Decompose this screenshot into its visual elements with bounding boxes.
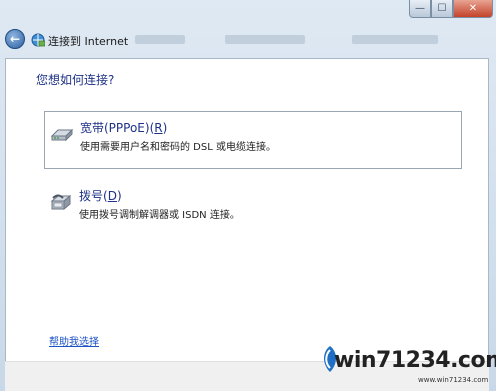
blurred-tab xyxy=(135,35,185,44)
site-watermark: win71234.com www.win71234.com xyxy=(318,340,496,391)
close-icon: ✕ xyxy=(468,3,478,14)
blurred-tab xyxy=(352,35,438,44)
minimize-button[interactable]: — xyxy=(409,0,431,18)
option-broadband-pppoe[interactable]: 宽带(PPPoE)(R) 使用需要用户名和密码的 DSL 或电缆连接。 xyxy=(44,111,462,169)
back-button[interactable]: ← xyxy=(5,29,25,49)
option-dialup[interactable]: 拨号(D) 使用拨号调制解调器或 ISDN 连接。 xyxy=(44,180,462,238)
nav-title: 连接到 Internet xyxy=(48,35,129,48)
minimize-icon: — xyxy=(415,3,425,14)
back-arrow-icon: ← xyxy=(9,32,21,46)
maximize-button[interactable]: ☐ xyxy=(431,0,453,18)
watermark-subtext: www.win71234.com xyxy=(418,376,489,384)
nav-bar: ← 连接到 Internet xyxy=(0,27,496,53)
option-title: 拨号(D) xyxy=(79,189,122,203)
help-me-choose-link[interactable]: 帮助我选择 xyxy=(49,333,99,348)
broadband-modem-icon xyxy=(50,128,74,142)
window-frame: — ☐ ✕ ← 连接到 Internet 您想如何连接? 宽带(PPPoE)(R… xyxy=(0,0,496,391)
page-heading: 您想如何连接? xyxy=(36,73,115,87)
maximize-icon: ☐ xyxy=(437,3,447,14)
option-description: 使用需要用户名和密码的 DSL 或电缆连接。 xyxy=(80,142,276,153)
option-title: 宽带(PPPoE)(R) xyxy=(80,121,168,135)
blurred-tab xyxy=(225,35,305,44)
close-button[interactable]: ✕ xyxy=(453,0,493,18)
option-description: 使用拨号调制解调器或 ISDN 连接。 xyxy=(79,210,240,221)
dialup-phone-icon xyxy=(50,194,72,211)
network-connection-icon xyxy=(31,33,45,47)
watermark-text: win71234.com xyxy=(334,348,496,373)
